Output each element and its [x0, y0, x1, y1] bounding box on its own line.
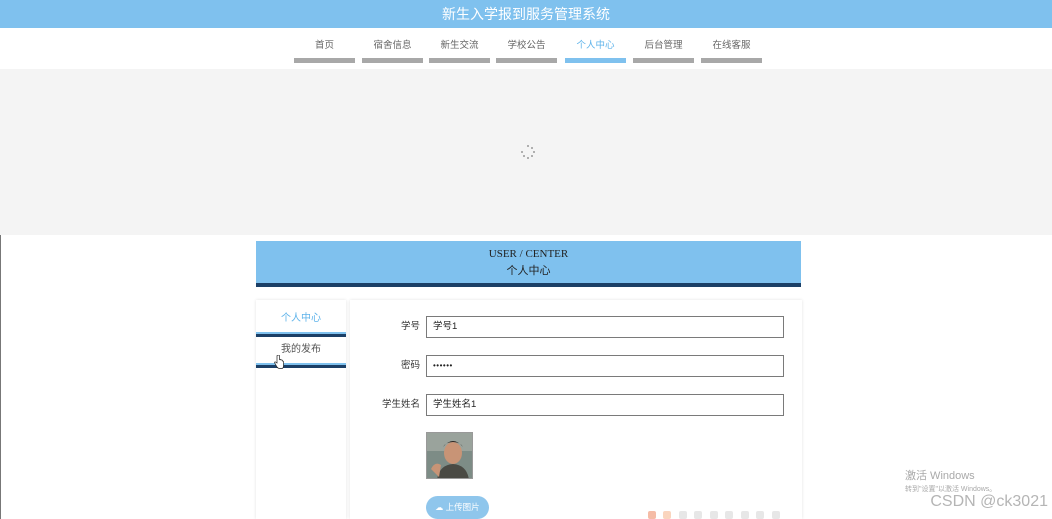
sidebar-item-user-center[interactable]: 个人中心 [256, 306, 346, 337]
upload-button-label: 上传图片 [445, 502, 480, 512]
profile-form-panel: 学号 学号1 密码 •••••• 学生姓名 学生姓名1 ☁ 上传图片 [350, 300, 802, 519]
nav-item-support[interactable]: 在线客服 [701, 38, 762, 63]
activation-title: 激活 Windows [905, 470, 975, 482]
page-edge-line [0, 235, 1, 519]
nav-item-label: 个人中心 [576, 40, 615, 51]
nav-underline [633, 58, 694, 63]
nav-underline [429, 58, 490, 63]
nav-item-announcement[interactable]: 学校公告 [496, 38, 557, 63]
nav-item-label: 后台管理 [644, 40, 683, 51]
windows-activation-notice: 激活 Windows 转到"设置"以激活 Windows。 [905, 467, 996, 494]
student-id-row: 学号 学号1 [350, 316, 802, 338]
nav-underline [496, 58, 557, 63]
user-sidebar: 个人中心 我的发布 [256, 300, 346, 519]
ime-shirt-icon [756, 511, 765, 519]
ime-chinese-icon [663, 511, 672, 519]
app-title: 新生入学报到服务管理系统 [0, 0, 1052, 28]
student-name-label: 学生姓名 [381, 399, 420, 410]
password-label: 密码 [400, 360, 420, 371]
user-center-header: USER / CENTER 个人中心 [256, 241, 801, 287]
nav-underline [565, 58, 626, 63]
nav-underline [362, 58, 423, 63]
ime-grid-icon [725, 511, 734, 519]
password-row: 密码 •••••• [350, 355, 802, 377]
sidebar-underline [256, 363, 346, 368]
ime-logo-icon [648, 511, 656, 519]
nav-item-label: 宿舍信息 [373, 40, 412, 51]
hand-cursor-icon [274, 355, 284, 369]
nav-item-exchange[interactable]: 新生交流 [429, 38, 490, 63]
nav-item-label: 新生交流 [440, 40, 479, 51]
ime-punct-icon [694, 511, 703, 519]
csdn-watermark: CSDN @ck3021 [930, 493, 1048, 510]
nav-underline [701, 58, 762, 63]
nav-underline [294, 58, 355, 63]
password-input[interactable]: •••••• [426, 355, 784, 377]
ime-moon-icon [678, 511, 687, 519]
student-name-input[interactable]: 学生姓名1 [426, 394, 784, 416]
main-nav: 首页 宿舍信息 新生交流 学校公告 个人中心 后台管理 在线客服 [0, 38, 1052, 66]
nav-item-label: 学校公告 [507, 40, 546, 51]
loading-spinner-icon [521, 145, 535, 159]
nav-item-user-center[interactable]: 个人中心 [565, 38, 626, 63]
student-name-row: 学生姓名 学生姓名1 [350, 394, 802, 416]
user-center-title-cn: 个人中心 [506, 265, 551, 277]
sidebar-item-label: 我的发布 [281, 344, 321, 355]
upload-image-button[interactable]: ☁ 上传图片 [426, 496, 489, 519]
avatar-image [426, 432, 473, 479]
nav-item-home[interactable]: 首页 [294, 38, 355, 63]
nav-item-dormitory[interactable]: 宿舍信息 [362, 38, 423, 63]
user-center-title-en: USER / CENTER [488, 248, 569, 260]
nav-item-label: 在线客服 [712, 40, 751, 51]
student-id-label: 学号 [400, 321, 420, 332]
student-id-input[interactable]: 学号1 [426, 316, 784, 338]
ime-skin-icon [740, 511, 749, 519]
ime-keyboard-icon [709, 511, 718, 519]
cloud-upload-icon: ☁ [435, 503, 444, 512]
sidebar-item-my-posts[interactable]: 我的发布 [256, 337, 346, 368]
nav-item-label: 首页 [314, 40, 334, 51]
ime-toolbar[interactable] [648, 506, 783, 519]
sidebar-item-label: 个人中心 [281, 313, 321, 324]
nav-item-admin[interactable]: 后台管理 [633, 38, 694, 63]
ime-settings-icon [771, 511, 780, 519]
